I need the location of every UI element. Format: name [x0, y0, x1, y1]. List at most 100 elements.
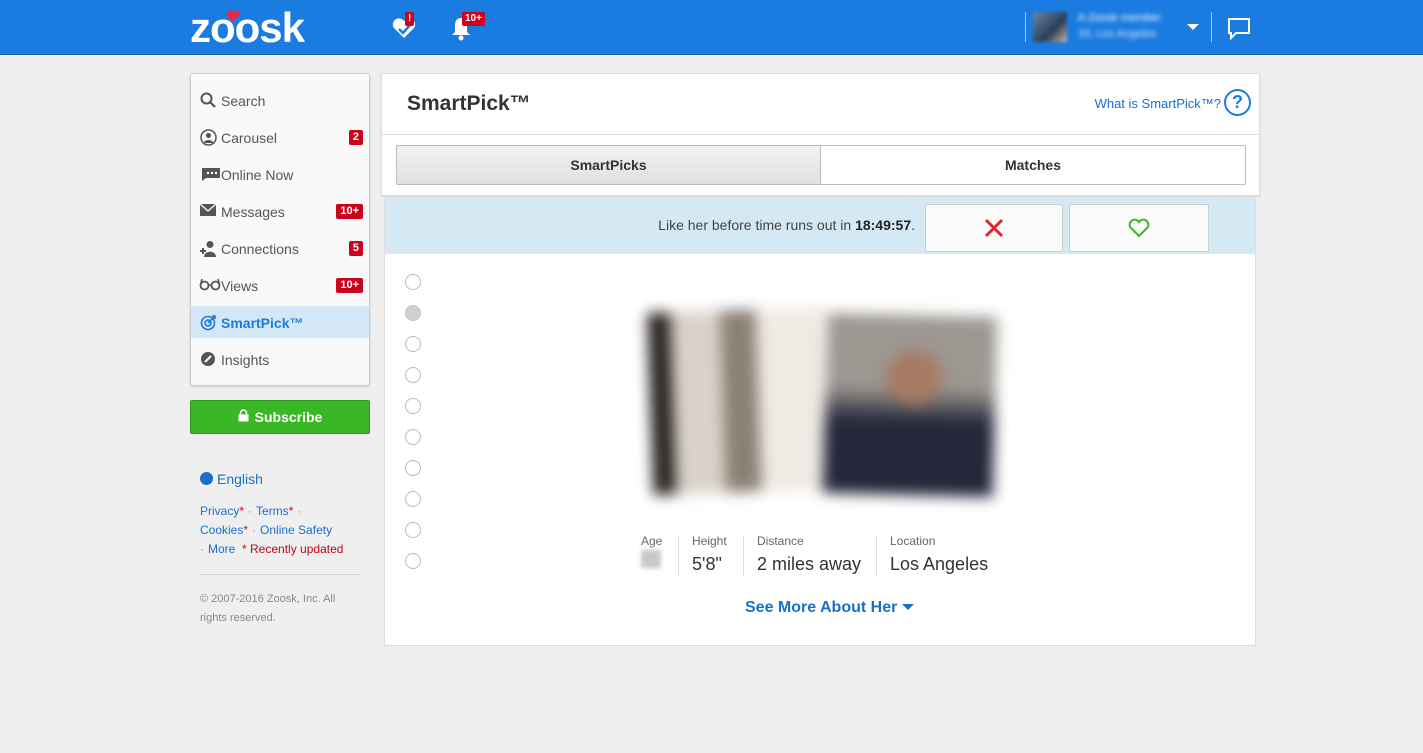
pager-dot[interactable] [405, 522, 421, 538]
timer-bar: Like her before time runs out in 18:49:5… [385, 197, 1255, 254]
sidebar-item-views[interactable]: Views 10+ [191, 269, 369, 301]
stat-divider [743, 536, 744, 576]
chevron-down-icon [902, 604, 915, 610]
timer-prefix: Like her before time runs out in [658, 217, 856, 233]
add-user-icon [199, 240, 217, 258]
account-dropdown-caret-icon[interactable] [1187, 24, 1199, 30]
carousel-count-badge: 2 [348, 130, 363, 145]
sidebar-item-smartpick[interactable]: SmartPick™ [191, 306, 369, 338]
distance-stat: Distance 2 miles away [757, 534, 877, 578]
link-separator: · [248, 504, 253, 518]
footer-divider [200, 574, 360, 575]
pass-button[interactable] [925, 204, 1063, 252]
location-value: Los Angeles [890, 554, 989, 574]
cookies-link[interactable]: Cookies [200, 523, 243, 537]
sidebar-item-label: Messages [221, 204, 285, 220]
like-button[interactable] [1069, 204, 1209, 252]
stat-divider [876, 536, 877, 576]
link-separator: · [297, 504, 302, 518]
zoosk-logo[interactable]: zoosk [190, 4, 305, 52]
user-avatar[interactable] [1033, 12, 1067, 42]
views-count-badge: 10+ [336, 278, 363, 293]
footer-links: Privacy* · Terms* · Cookies* · Online Safety … [200, 502, 365, 559]
pager-dot[interactable] [405, 398, 421, 414]
terms-link[interactable]: Terms [256, 504, 289, 518]
sidebar-item-connections[interactable]: Connections 5 [191, 232, 369, 264]
target-icon [199, 314, 217, 332]
pager-dot-active[interactable] [405, 305, 421, 321]
topbar-divider [1211, 12, 1212, 42]
age-label: Age [641, 534, 663, 548]
distance-label: Distance [757, 534, 804, 548]
topbar-divider [1025, 12, 1026, 42]
carousel-icon [199, 129, 217, 147]
messages-count-badge: 10+ [336, 204, 363, 219]
sidebar-item-label: Insights [221, 352, 270, 368]
tab-matches[interactable]: Matches [820, 145, 1246, 185]
timer-message: Like her before time runs out in 18:49:5… [658, 217, 915, 233]
insights-icon [199, 351, 217, 369]
envelope-icon [199, 203, 217, 221]
profile-photo[interactable] [822, 312, 998, 498]
heart-outline-icon [1128, 218, 1150, 238]
alerts-badge: ! [405, 12, 415, 26]
height-label: Height [692, 534, 727, 548]
online-safety-link[interactable]: Online Safety [260, 523, 332, 537]
updated-marker: * [239, 504, 245, 518]
height-value: 5'8" [692, 554, 722, 574]
sidebar-item-label: Online Now [221, 167, 294, 183]
user-location: 33, Los Angeles [1078, 28, 1157, 40]
smartpick-header-panel: SmartPick™ What is SmartPick™? ? SmartPi… [381, 73, 1260, 196]
sidebar-item-search[interactable]: Search [191, 84, 369, 116]
tab-smartpicks[interactable]: SmartPicks [396, 145, 821, 185]
pager-dot[interactable] [405, 336, 421, 352]
page-title: SmartPick™ [407, 92, 531, 115]
sidebar-item-label: Connections [221, 241, 299, 257]
pager-dot[interactable] [405, 491, 421, 507]
logo-text: zoosk [190, 4, 305, 51]
link-separator: · [252, 523, 257, 537]
privacy-link[interactable]: Privacy [200, 504, 239, 518]
language-label: English [217, 471, 263, 487]
see-more-about-her-link[interactable]: See More About Her [745, 599, 915, 617]
copyright-text: © 2007-2016 Zoosk, Inc. All rights reser… [200, 593, 336, 624]
more-link[interactable]: More [208, 542, 235, 556]
pager-dot[interactable] [405, 367, 421, 383]
header-divider [382, 134, 1259, 135]
sidebar-item-messages[interactable]: Messages 10+ [191, 195, 369, 227]
notifications-button[interactable]: 10+ [449, 12, 485, 42]
logo-heart-icon [226, 10, 240, 22]
globe-icon [200, 472, 213, 485]
close-icon [984, 218, 1004, 238]
see-more-label: See More About Her [745, 599, 898, 616]
help-icon[interactable]: ? [1224, 89, 1251, 116]
pager-dot[interactable] [405, 553, 421, 569]
age-value-hidden [641, 550, 661, 568]
chat-bubble-icon [199, 166, 220, 184]
profile-photo[interactable] [646, 306, 832, 496]
height-stat: Height 5'8" [692, 534, 727, 578]
subscribe-button[interactable]: Subscribe [190, 400, 370, 434]
sidebar-item-label: Carousel [221, 130, 278, 146]
top-navigation-bar: zoosk ! 10+ A Zoosk member 33, Los Angel… [0, 0, 1423, 55]
age-stat: Age [641, 534, 662, 578]
search-icon [199, 92, 217, 110]
pager-dot[interactable] [405, 429, 421, 445]
pager-dot[interactable] [405, 460, 421, 476]
user-name[interactable]: A Zoosk member [1078, 12, 1161, 24]
subscribe-label: Subscribe [254, 409, 323, 425]
what-is-smartpick-link[interactable]: What is SmartPick™? [1095, 96, 1221, 111]
notifications-badge: 10+ [462, 12, 485, 26]
connections-count-badge: 5 [348, 241, 363, 256]
sidebar-item-carousel[interactable]: Carousel 2 [191, 121, 369, 153]
pager-dot[interactable] [405, 274, 421, 290]
glasses-icon [199, 277, 221, 295]
link-separator: · [200, 542, 204, 556]
sidebar-item-insights[interactable]: Insights [191, 343, 369, 375]
lock-icon [238, 401, 249, 433]
chat-button[interactable] [1226, 14, 1254, 42]
activity-alerts-button[interactable]: ! [390, 12, 418, 42]
language-selector[interactable]: English [200, 471, 263, 487]
sidebar-nav: Search Carousel 2 Online Now Messages 10… [190, 73, 370, 386]
sidebar-item-online-now[interactable]: Online Now [191, 158, 369, 190]
